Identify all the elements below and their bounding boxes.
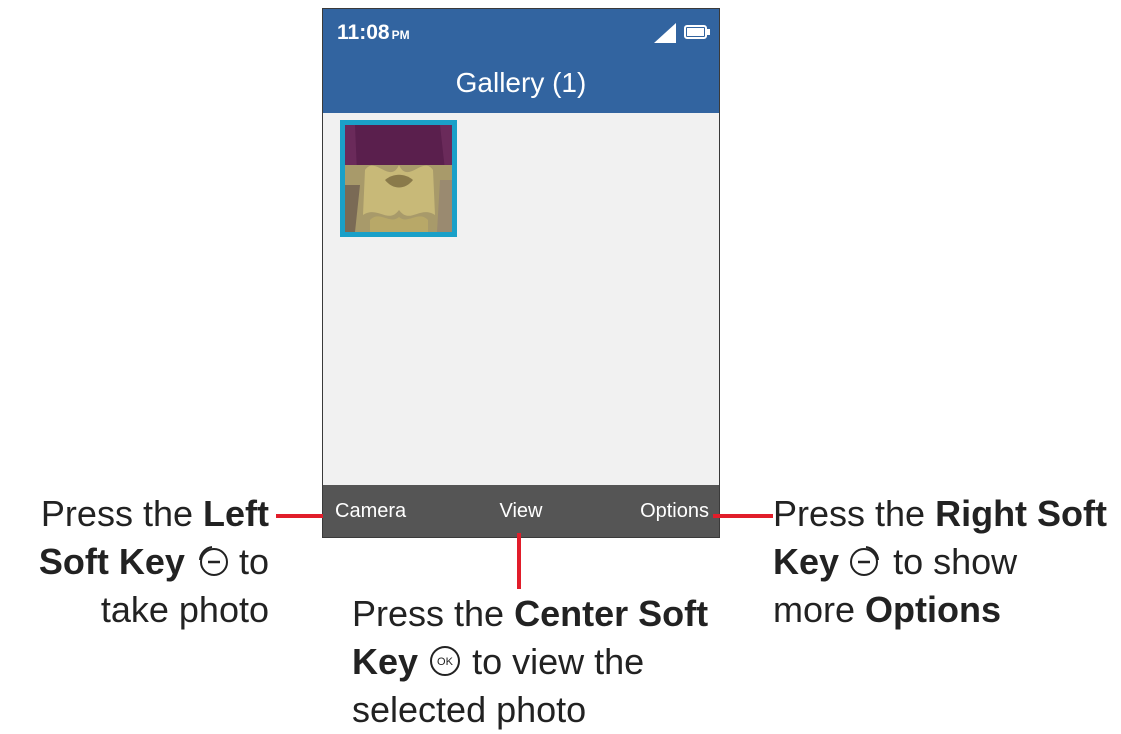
- right-softkey-callout: Press the Right Soft Key to show more Op…: [773, 490, 1113, 634]
- photo-image: [345, 125, 452, 232]
- callout-bold: Options: [865, 589, 1002, 630]
- phone-screen: 11:08 PM Gallery (1) Camera View Options: [322, 8, 720, 538]
- battery-icon: [684, 25, 710, 39]
- callout-bold: Soft Key: [38, 541, 185, 582]
- center-callout-line: [517, 533, 521, 589]
- callout-text: to show: [883, 541, 1018, 582]
- signal-icon: [654, 23, 676, 43]
- left-callout-line: [276, 514, 323, 518]
- callout-text: Press the: [773, 493, 936, 534]
- status-time-value: 11:08: [337, 21, 390, 44]
- callout-text: more: [773, 589, 866, 630]
- center-softkey-callout: Press the Center Soft Key OK to view the…: [352, 590, 742, 734]
- callout-bold: Center Soft: [514, 593, 709, 634]
- status-ampm: PM: [391, 28, 410, 42]
- photo-thumbnail[interactable]: [340, 120, 457, 237]
- callout-bold: Key: [352, 641, 419, 682]
- right-callout-line: [713, 514, 773, 518]
- callout-text: to: [228, 541, 269, 582]
- callout-bold: Key: [773, 541, 840, 582]
- callout-bold: Left: [203, 493, 269, 534]
- callout-bold: Right Soft: [935, 493, 1108, 534]
- left-softkey-callout: Press the Left Soft Key to take photo: [0, 490, 269, 634]
- callout-text: to view the: [462, 641, 645, 682]
- callout-text: Press the: [352, 593, 515, 634]
- callout-text: take photo: [100, 589, 269, 630]
- callout-text: Press the: [40, 493, 203, 534]
- svg-text:OK: OK: [437, 656, 454, 668]
- softkey-bar: Camera View Options: [323, 485, 719, 537]
- options-softkey[interactable]: Options: [640, 500, 709, 523]
- status-time: 11:08 PM: [337, 21, 410, 45]
- right-softkey-icon: [850, 546, 880, 577]
- left-softkey-icon: [198, 546, 228, 577]
- app-header: 11:08 PM Gallery (1): [323, 9, 719, 113]
- page-title: Gallery (1): [455, 67, 587, 98]
- ok-key-icon: OK: [430, 646, 461, 677]
